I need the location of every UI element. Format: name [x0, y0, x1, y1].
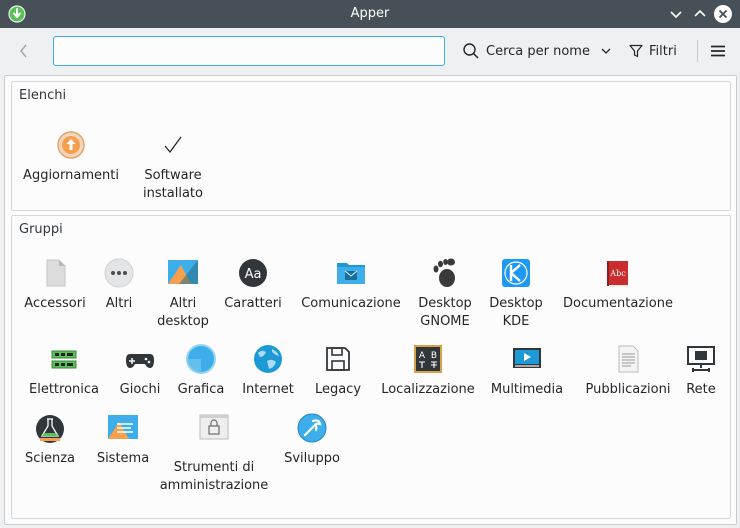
- search-icon: [463, 43, 479, 59]
- filter-funnel-icon: [629, 44, 643, 58]
- maximize-button[interactable]: [690, 4, 710, 24]
- group-item-others[interactable]: Altri: [92, 254, 146, 334]
- svg-text:Aa: Aa: [245, 267, 262, 282]
- other-desktops-icon: [168, 260, 198, 284]
- group-item-label: Legacy: [314, 382, 362, 397]
- science-flask-icon: [36, 415, 64, 443]
- svg-text:A: A: [419, 351, 426, 361]
- group-item-communication[interactable]: Comunicazione: [296, 254, 406, 334]
- groups-group: Gruppi Accessori Altri Altri desktop Aa …: [11, 215, 731, 519]
- filters-label: Filtri: [649, 43, 677, 59]
- group-item-label: Altri: [105, 296, 133, 311]
- group-item-label: Desktop GNOME: [418, 296, 472, 329]
- group-item-label: Comunicazione: [301, 296, 401, 311]
- group-item-label: Scienza: [24, 451, 76, 466]
- group-item-other-desktops[interactable]: Altri desktop: [148, 254, 218, 334]
- list-item-installed-software[interactable]: Software installato: [125, 120, 221, 201]
- network-icon: [687, 346, 715, 372]
- legacy-floppy-icon: [326, 347, 350, 371]
- title-bar: Apper: [0, 0, 740, 28]
- main-view: Elenchi Aggiornamenti Software installat…: [4, 75, 737, 525]
- group-item-development[interactable]: Sviluppo: [280, 409, 344, 466]
- group-item-localization[interactable]: A B Localizzazione: [376, 340, 480, 397]
- window-title: Apper: [350, 6, 390, 21]
- internet-globe-icon: [254, 345, 282, 373]
- filters-button[interactable]: Filtri: [628, 36, 688, 66]
- group-item-graphics[interactable]: Grafica: [170, 340, 232, 397]
- electronics-icon: [51, 350, 77, 369]
- group-item-label: Altri desktop: [157, 296, 209, 329]
- communication-folder-icon: [337, 263, 365, 284]
- group-item-legacy[interactable]: Legacy: [308, 340, 368, 397]
- group-item-label: Elettronica: [29, 382, 99, 397]
- group-item-gnome-desktop[interactable]: Desktop GNOME: [410, 254, 480, 334]
- back-button[interactable]: [12, 38, 36, 64]
- list-item-label: Aggiornamenti: [23, 168, 119, 183]
- toolbar: Cerca per nome Filtri: [0, 28, 740, 74]
- group-item-internet[interactable]: Internet: [236, 340, 300, 397]
- installed-check-icon: [164, 136, 182, 154]
- group-item-kde-desktop[interactable]: Desktop KDE: [486, 254, 546, 334]
- group-item-games[interactable]: Giochi: [110, 340, 170, 397]
- svg-text:Abc: Abc: [609, 269, 626, 278]
- group-item-label: Rete: [686, 382, 716, 397]
- others-icon: [104, 258, 134, 288]
- updates-icon: [57, 131, 85, 159]
- admin-tools-lock-icon: [199, 414, 229, 440]
- gamepad-icon: [126, 354, 154, 368]
- groups-group-title: Gruppi: [19, 222, 63, 237]
- group-item-network[interactable]: Rete: [680, 340, 722, 397]
- multimedia-icon: [513, 348, 541, 368]
- group-item-label: Desktop KDE: [489, 296, 543, 329]
- group-item-label: Strumenti di amministrazione: [159, 460, 269, 493]
- group-item-documentation[interactable]: Abc Documentazione: [560, 254, 676, 334]
- group-item-label: Documentazione: [563, 296, 673, 311]
- localization-icon: A B: [414, 345, 442, 373]
- group-item-label: Multimedia: [490, 382, 564, 397]
- graphics-icon: [186, 344, 216, 374]
- documentation-book-icon: Abc: [607, 261, 628, 287]
- list-item-label: Software installato: [143, 168, 203, 201]
- group-item-label: Grafica: [177, 382, 225, 397]
- hamburger-menu-button[interactable]: [706, 38, 730, 64]
- close-button[interactable]: [713, 4, 733, 24]
- minimize-button[interactable]: [666, 4, 686, 24]
- group-item-label: Localizzazione: [381, 382, 475, 397]
- group-item-science[interactable]: Scienza: [22, 409, 78, 466]
- fonts-icon: Aa: [239, 259, 267, 287]
- gnome-foot-icon: [433, 258, 455, 287]
- kde-icon: [502, 259, 530, 287]
- chevron-down-icon: [601, 48, 611, 54]
- group-item-admin-tools[interactable]: Strumenti di amministrazione: [158, 409, 270, 493]
- group-item-publishing[interactable]: Pubblicazioni: [576, 340, 680, 397]
- lists-group: Elenchi Aggiornamenti Software installat…: [11, 81, 731, 211]
- search-mode-label: Cerca per nome: [486, 43, 590, 59]
- search-input[interactable]: [53, 36, 445, 66]
- system-icon: [108, 415, 138, 439]
- search-mode-dropdown[interactable]: Cerca per nome: [462, 36, 614, 66]
- group-item-fonts[interactable]: Aa Caratteri: [222, 254, 284, 334]
- group-item-multimedia[interactable]: Multimedia: [484, 340, 570, 397]
- group-item-system[interactable]: Sistema: [92, 409, 154, 466]
- group-item-label: Caratteri: [224, 296, 282, 311]
- group-item-accessories[interactable]: Accessori: [22, 254, 88, 334]
- list-item-updates[interactable]: Aggiornamenti: [16, 120, 126, 183]
- group-item-label: Sistema: [96, 451, 150, 466]
- lists-group-title: Elenchi: [19, 88, 67, 103]
- group-item-label: Giochi: [119, 382, 161, 397]
- group-item-label: Internet: [242, 382, 294, 397]
- group-item-label: Pubblicazioni: [585, 382, 671, 397]
- development-icon: [297, 413, 327, 443]
- svg-text:B: B: [431, 351, 437, 361]
- toolbar-separator: [697, 40, 698, 62]
- group-item-label: Accessori: [24, 296, 86, 311]
- accessories-icon: [46, 259, 66, 287]
- publishing-icon: [618, 345, 639, 373]
- group-item-electronics[interactable]: Elettronica: [22, 340, 106, 397]
- group-item-label: Sviluppo: [284, 451, 340, 466]
